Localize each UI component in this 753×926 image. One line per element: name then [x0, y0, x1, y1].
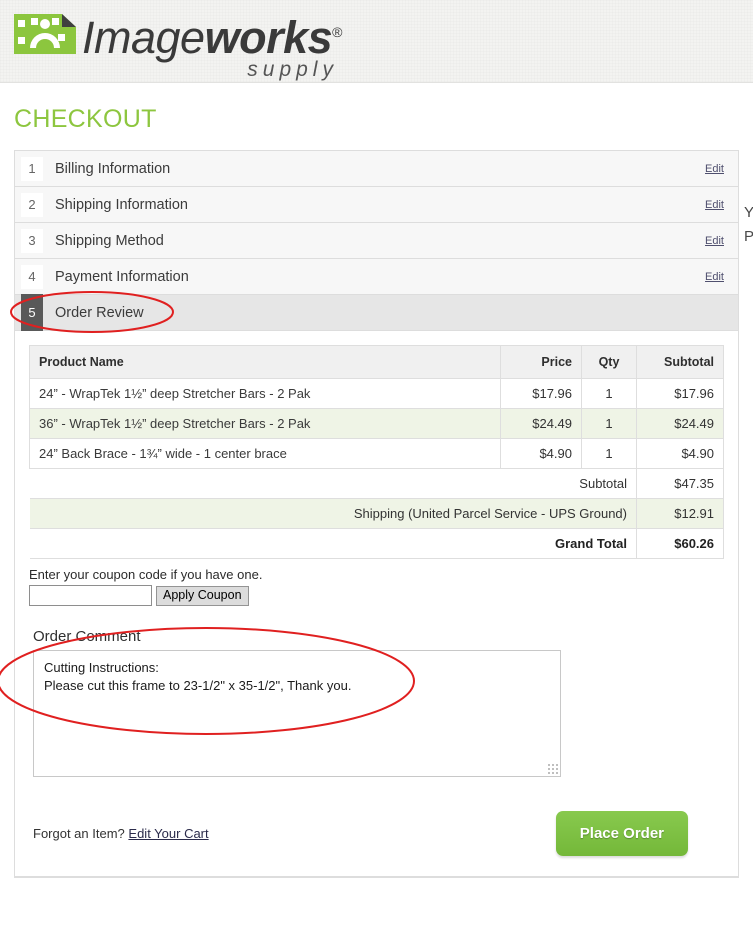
page-title: CHECKOUT [14, 105, 157, 133]
edit-link-shipping-information[interactable]: Edit [705, 199, 724, 211]
cell-price: $4.90 [500, 438, 582, 469]
totals-value-subtotal: $47.35 [636, 468, 724, 499]
order-review-panel: Product Name Price Qty Subtotal 24” - Wr… [14, 331, 739, 877]
step-label: Billing Information [55, 160, 171, 177]
logo-text-image: Image [82, 12, 205, 63]
cell-price: $24.49 [500, 408, 582, 439]
right-peek-line-2: P [744, 228, 753, 245]
checkout-step-billing-information[interactable]: 1 Billing Information Edit [15, 151, 738, 187]
column-header-product-name: Product Name [29, 345, 501, 379]
edit-your-cart-link[interactable]: Edit Your Cart [128, 826, 208, 841]
place-order-button[interactable]: Place Order [555, 811, 688, 856]
totals-value-shipping: $12.91 [636, 498, 724, 529]
totals-label-shipping: Shipping (United Parcel Service - UPS Gr… [29, 498, 637, 529]
totals-row-subtotal: Subtotal $47.35 [29, 468, 724, 499]
cell-qty: 1 [581, 408, 637, 439]
table-body: 24” - WrapTek 1½” deep Stretcher Bars - … [29, 378, 724, 559]
table-header: Product Name Price Qty Subtotal [29, 345, 724, 379]
cell-qty: 1 [581, 378, 637, 409]
coupon-prompt: Enter your coupon code if you have one. [29, 567, 263, 582]
table-row: 36” - WrapTek 1½” deep Stretcher Bars - … [29, 408, 724, 439]
resize-handle-icon[interactable] [547, 763, 558, 774]
apply-coupon-button[interactable]: Apply Coupon [156, 585, 249, 606]
site-header: Imageworks® supply [0, 0, 753, 83]
checkout-page: CHECKOUT Y P 1 Billing Information Edit … [0, 105, 753, 878]
checkout-step-payment-information[interactable]: 4 Payment Information Edit [15, 259, 738, 295]
checkout-actions: Forgot an Item? Edit Your Cart Place Ord… [33, 811, 718, 876]
forgot-item-text: Forgot an Item? Edit Your Cart [33, 826, 209, 841]
edit-link-billing-information[interactable]: Edit [705, 163, 724, 175]
order-comment-textarea[interactable] [34, 651, 560, 759]
panel-bottom-divider [14, 877, 739, 878]
logo-text-works: works [204, 12, 333, 63]
table-header-row: Product Name Price Qty Subtotal [29, 345, 724, 379]
cell-qty: 1 [581, 438, 637, 469]
checkout-step-shipping-method[interactable]: 3 Shipping Method Edit [15, 223, 738, 259]
column-header-subtotal: Subtotal [636, 345, 724, 379]
totals-label-subtotal: Subtotal [29, 468, 637, 499]
cell-price: $17.96 [500, 378, 582, 409]
step-number-active: 5 [21, 294, 43, 331]
cell-subtotal: $24.49 [636, 408, 724, 439]
column-header-price: Price [500, 345, 582, 379]
edit-link-shipping-method[interactable]: Edit [705, 235, 724, 247]
forgot-item-label: Forgot an Item? [33, 826, 125, 841]
totals-label-grand-total: Grand Total [29, 528, 637, 559]
cell-product-name: 36” - WrapTek 1½” deep Stretcher Bars - … [29, 408, 501, 439]
step-number: 2 [21, 192, 43, 217]
cell-product-name: 24” - WrapTek 1½” deep Stretcher Bars - … [29, 378, 501, 409]
column-header-qty: Qty [581, 345, 637, 379]
order-comment-box [33, 650, 561, 777]
site-logo[interactable]: Imageworks® supply [14, 8, 342, 81]
totals-value-grand-total: $60.26 [636, 528, 724, 559]
step-number: 1 [21, 156, 43, 181]
cell-subtotal: $4.90 [636, 438, 724, 469]
right-column-peek: Y P [744, 201, 753, 249]
order-items-table: Product Name Price Qty Subtotal 24” - Wr… [29, 345, 724, 559]
registered-mark-icon: ® [332, 24, 342, 40]
checkout-step-order-review[interactable]: 5 Order Review [15, 294, 738, 331]
step-number: 4 [21, 264, 43, 289]
step-label: Shipping Method [55, 232, 164, 249]
table-row: 24” Back Brace - 1¾” wide - 1 center bra… [29, 438, 724, 469]
logo-wordmark: Imageworks® supply [82, 8, 342, 81]
coupon-form: Apply Coupon [29, 585, 724, 606]
table-row: 24” - WrapTek 1½” deep Stretcher Bars - … [29, 378, 724, 409]
step-label: Shipping Information [55, 196, 188, 213]
photo-gear-icon [14, 14, 76, 54]
checkout-step-shipping-information[interactable]: 2 Shipping Information Edit [15, 187, 738, 223]
order-comment-title: Order Comment [33, 628, 141, 645]
step-label: Order Review [55, 304, 144, 321]
edit-link-payment-information[interactable]: Edit [705, 271, 724, 283]
totals-row-shipping: Shipping (United Parcel Service - UPS Gr… [29, 498, 724, 529]
right-peek-line-1: Y [744, 204, 753, 221]
coupon-code-input[interactable] [29, 585, 152, 606]
step-label: Payment Information [55, 268, 189, 285]
checkout-steps: 1 Billing Information Edit 2 Shipping In… [14, 150, 739, 331]
totals-row-grand-total: Grand Total $60.26 [29, 528, 724, 559]
cell-product-name: 24” Back Brace - 1¾” wide - 1 center bra… [29, 438, 501, 469]
step-number: 3 [21, 228, 43, 253]
cell-subtotal: $17.96 [636, 378, 724, 409]
